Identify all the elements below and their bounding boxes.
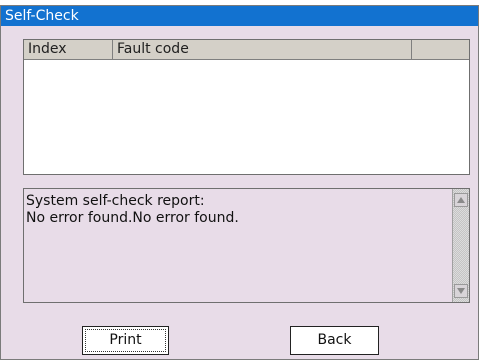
scroll-down-button[interactable]: [454, 284, 468, 298]
self-check-window: Self-Check Index Fault code System self-…: [0, 0, 481, 363]
self-check-report-textarea[interactable]: System self-check report: No error found…: [23, 188, 470, 303]
triangle-down-icon: [457, 288, 465, 294]
window-title: Self-Check: [5, 8, 79, 24]
list-header: Index Fault code: [24, 40, 469, 60]
report-line-heading: System self-check report:: [26, 193, 205, 209]
report-line-result: No error found.No error found.: [26, 210, 239, 226]
back-button-label: Back: [317, 332, 352, 348]
back-button[interactable]: Back: [290, 326, 379, 355]
report-text: System self-check report: No error found…: [26, 193, 451, 227]
column-header-empty[interactable]: [412, 40, 469, 59]
print-button-label: Print: [109, 332, 142, 348]
triangle-up-icon: [457, 197, 465, 203]
title-bar: Self-Check: [1, 6, 478, 26]
column-header-index[interactable]: Index: [24, 40, 113, 59]
print-button[interactable]: Print: [82, 326, 169, 355]
report-scrollbar[interactable]: [452, 189, 469, 302]
dialog-frame: Self-Check Index Fault code System self-…: [0, 5, 479, 360]
scroll-up-button[interactable]: [454, 193, 468, 207]
column-header-fault-code[interactable]: Fault code: [113, 40, 412, 59]
fault-code-list[interactable]: Index Fault code: [23, 39, 470, 175]
